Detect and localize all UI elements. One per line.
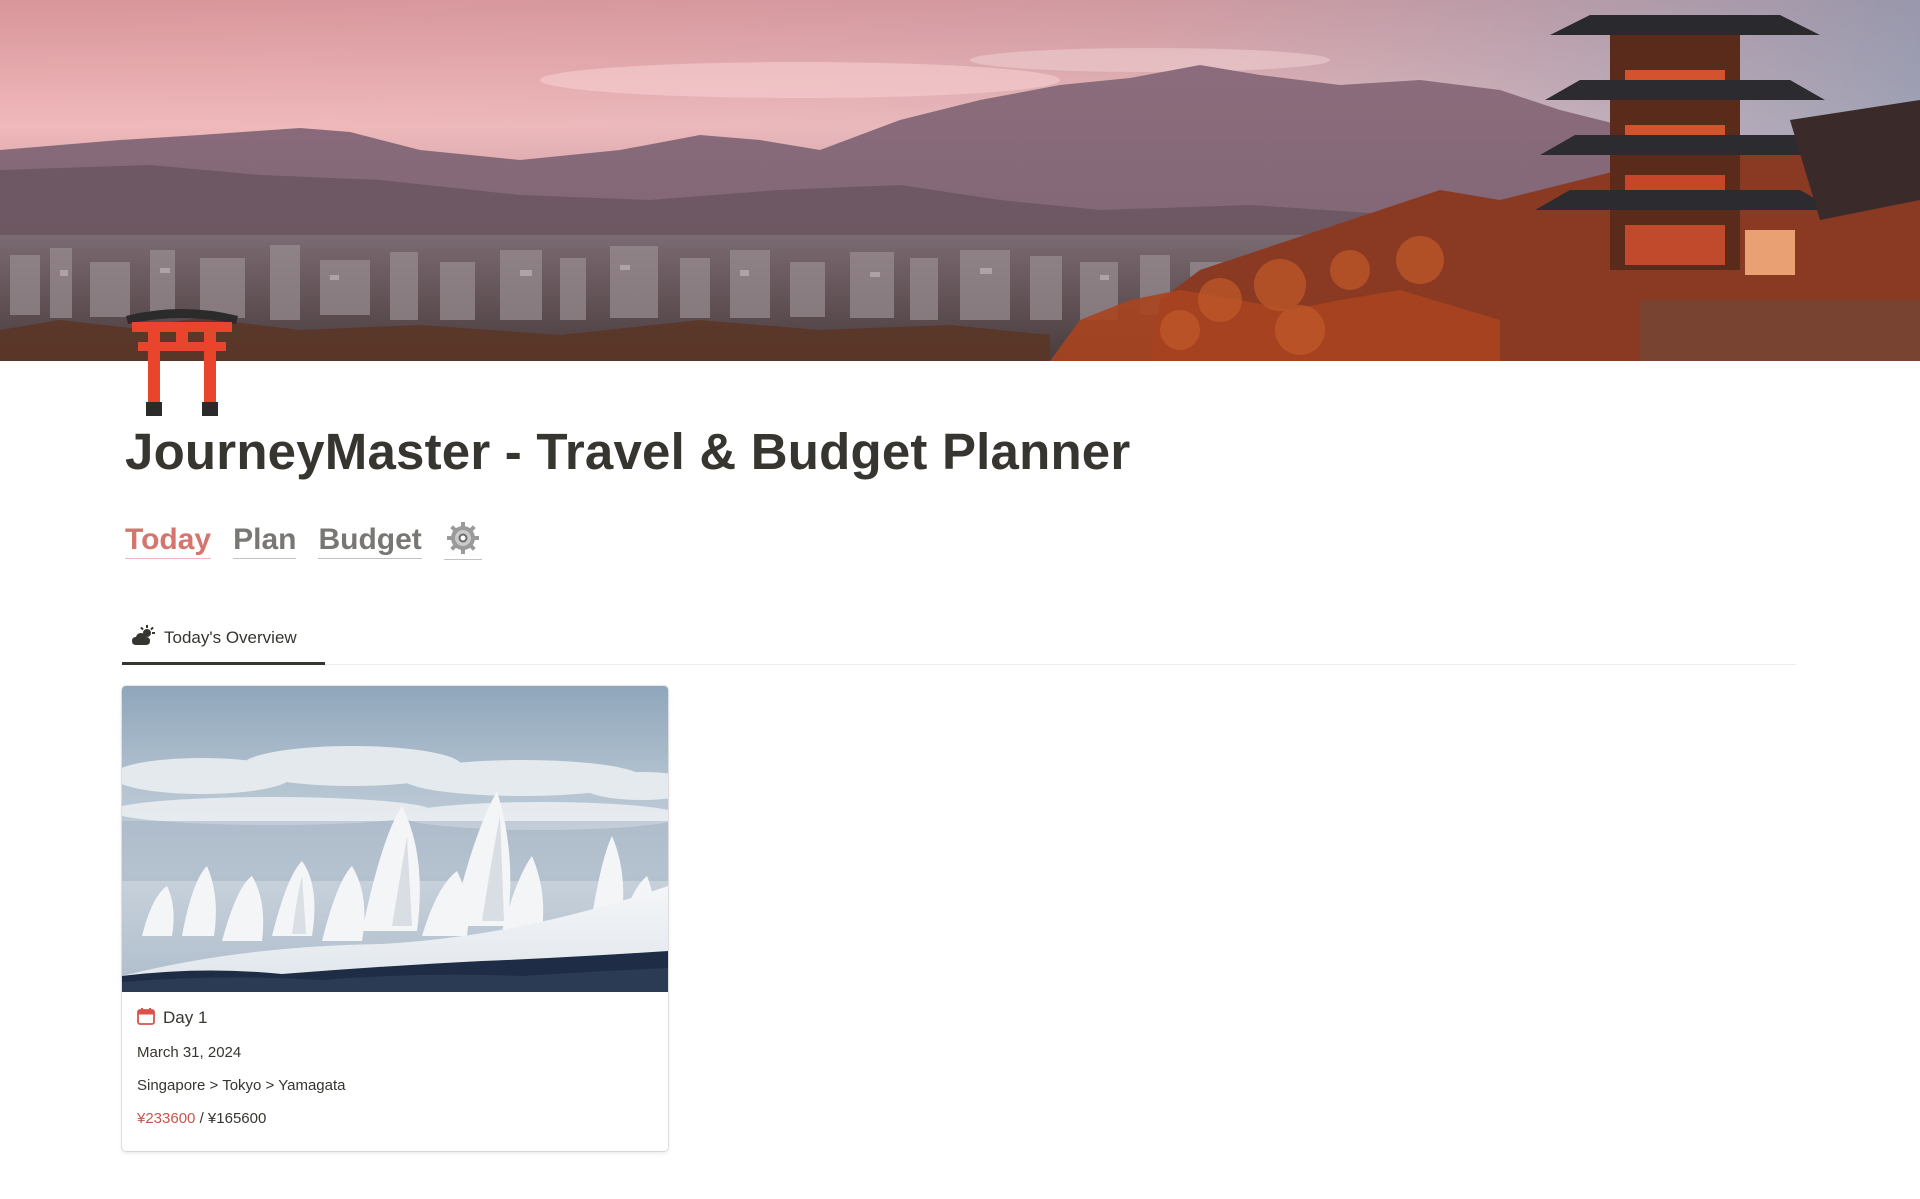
sun-behind-cloud-icon (132, 624, 156, 652)
nav-link-budget[interactable]: Budget (318, 523, 422, 560)
card-body: Day 1 March 31, 2024 Singapore > Tokyo >… (137, 1004, 654, 1130)
card-route: Singapore > Tokyo > Yamagata (137, 1077, 346, 1094)
card-cover-image (122, 686, 668, 992)
nav-link-plan[interactable]: Plan (233, 523, 297, 560)
page-nav: Today Plan Budget (125, 522, 482, 560)
calendar-icon (137, 1007, 155, 1030)
spent-amount: ¥233600 (137, 1110, 196, 1127)
cover-image (0, 0, 1920, 361)
page-title: JourneyMaster - Travel & Budget Planner (125, 423, 1131, 480)
view-tab-bar: Today's Overview (122, 614, 1796, 665)
settings-link[interactable] (443, 521, 482, 560)
card-title-row: Day 1 (137, 1004, 654, 1032)
budget-amount: ¥165600 (207, 1110, 267, 1127)
gear-icon (446, 521, 480, 560)
day-card[interactable]: Day 1 March 31, 2024 Singapore > Tokyo >… (122, 686, 668, 1151)
card-title: Day 1 (163, 1008, 208, 1027)
card-date: March 31, 2024 (137, 1044, 242, 1061)
nav-link-today[interactable]: Today (125, 523, 212, 560)
tab-label: Today's Overview (164, 628, 297, 647)
card-budget-line: ¥233600 / ¥165600 (137, 1108, 654, 1130)
budget-separator: / (195, 1110, 208, 1127)
torii-gate-icon[interactable] (124, 302, 240, 418)
tab-todays-overview[interactable]: Today's Overview (122, 614, 325, 665)
